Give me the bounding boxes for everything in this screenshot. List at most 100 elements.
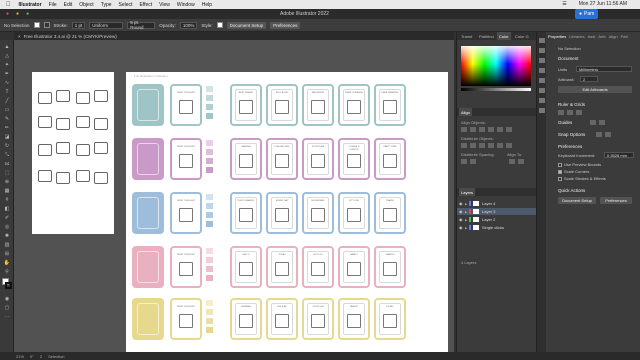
color-chip[interactable]	[206, 86, 213, 92]
rotate-view[interactable]: 0°	[30, 354, 34, 359]
horizontal-spacing-icon[interactable]	[470, 159, 476, 164]
cover-card[interactable]	[132, 84, 164, 126]
layer-row[interactable]: ◉ ▶ Layer 4	[457, 200, 537, 207]
cover-card[interactable]	[132, 246, 164, 288]
label-card[interactable]: FIRST THOUGHT	[170, 246, 202, 288]
color-chip[interactable]	[206, 158, 213, 164]
illustration-card[interactable]: STORYTIME	[302, 138, 334, 180]
symbols-panel-icon[interactable]	[539, 78, 545, 83]
illustration-card[interactable]: GARDEN	[230, 138, 262, 180]
menu-file[interactable]: File	[49, 2, 57, 8]
color-chip[interactable]	[206, 221, 213, 227]
distribute-bottom-icon[interactable]	[479, 143, 485, 148]
tab-layers[interactable]: Layers	[459, 188, 476, 196]
color-spectrum[interactable]	[461, 46, 531, 86]
brushes-panel-icon[interactable]	[539, 68, 545, 73]
graph-tool-icon[interactable]: ▥	[3, 242, 11, 248]
free-transform-tool-icon[interactable]: ⬚	[3, 170, 11, 176]
use-preview-bounds-checkbox[interactable]: Use Preview Bounds	[558, 162, 601, 167]
zoom-window-icon[interactable]: ●	[26, 11, 29, 17]
tab-align[interactable]: Align	[609, 34, 618, 39]
tab-artboards[interactable]: Artb	[598, 34, 605, 39]
label-card[interactable]: FIRST THOUGHT	[170, 138, 202, 180]
color-chip[interactable]	[206, 257, 213, 263]
stroke-panel-icon[interactable]	[539, 88, 545, 93]
menu-view[interactable]: View	[159, 2, 170, 8]
eraser-tool-icon[interactable]: ◪	[3, 134, 11, 140]
width-tool-icon[interactable]: ⟗	[3, 161, 11, 167]
mesh-tool-icon[interactable]: #	[3, 197, 11, 203]
menu-window[interactable]: Window	[177, 2, 195, 8]
draw-mode-icon[interactable]: ◉	[3, 296, 11, 302]
illustration-card[interactable]: SNACKS	[374, 246, 406, 288]
menu-type[interactable]: Type	[101, 2, 112, 8]
illustration-card[interactable]: FAVOURITE	[302, 84, 334, 126]
color-chip[interactable]	[206, 167, 213, 173]
illustration-card[interactable]: HOLIDAY	[266, 298, 298, 340]
type-tool-icon[interactable]: T	[3, 89, 11, 95]
blend-tool-icon[interactable]: ◎	[3, 224, 11, 230]
perspective-grid-tool-icon[interactable]: ▦	[3, 188, 11, 194]
artboard-select[interactable]: 2	[580, 76, 598, 82]
tab-libraries[interactable]: Libraries	[569, 34, 584, 39]
color-chip[interactable]	[206, 212, 213, 218]
transparency-panel-icon[interactable]	[539, 108, 545, 113]
align-right-icon[interactable]	[479, 127, 485, 132]
eyedropper-tool-icon[interactable]: ✐	[3, 215, 11, 221]
fill-stroke-widget[interactable]	[2, 278, 12, 290]
layer-row[interactable]: ◉ ▶ Layer 2	[457, 216, 537, 223]
distribute-right-icon[interactable]	[506, 143, 512, 148]
illustration-card[interactable]: BEACH	[338, 298, 370, 340]
illustration-card[interactable]: SWEET FRIENDS	[338, 84, 370, 126]
tab-asset-export[interactable]: Asst	[588, 34, 596, 39]
document-setup-button[interactable]: Document Setup	[226, 21, 267, 29]
cover-card[interactable]	[132, 138, 164, 180]
distribute-left-icon[interactable]	[488, 143, 494, 148]
layer-row[interactable]: ◉ ▶ Single clicks	[457, 224, 537, 231]
tab-color-guide[interactable]: Color G	[513, 32, 531, 40]
color-chip[interactable]	[206, 140, 213, 146]
label-card[interactable]: FIRST THOUGHT	[170, 192, 202, 234]
properties-panel-icon[interactable]	[539, 38, 545, 43]
menu-object[interactable]: Object	[79, 2, 93, 8]
selection-tool-icon[interactable]: ▲	[3, 44, 11, 50]
illustration-card[interactable]: BEST FRIEND	[230, 84, 262, 126]
tab-pattern[interactable]: Patt	[621, 34, 628, 39]
app-menu[interactable]: Illustrator	[19, 2, 42, 8]
illustration-card[interactable]: COFFEE & DONUTS	[338, 138, 370, 180]
edit-toolbar-icon[interactable]: ⋯	[3, 314, 11, 320]
pencil-tool-icon[interactable]: ✏	[3, 125, 11, 131]
color-chip[interactable]	[206, 113, 213, 119]
tab-color[interactable]: Color	[497, 32, 511, 40]
rectangle-tool-icon[interactable]: ▭	[3, 107, 11, 113]
tab-properties[interactable]: Properties	[548, 34, 566, 39]
align-hcenter-icon[interactable]	[470, 127, 476, 132]
align-left-icon[interactable]	[461, 127, 467, 132]
snap-to-pixel-icon[interactable]	[605, 132, 611, 137]
cover-card[interactable]	[132, 298, 164, 340]
scale-tool-icon[interactable]: ⤡	[3, 152, 11, 158]
color-chip[interactable]	[206, 318, 213, 324]
zoom-level[interactable]: 21%	[16, 354, 24, 359]
units-select[interactable]: Millimeters	[576, 66, 632, 72]
gradient-tool-icon[interactable]: ◧	[3, 206, 11, 212]
color-chip[interactable]	[206, 266, 213, 272]
pixel-grid-icon[interactable]	[576, 110, 582, 115]
symbol-sprayer-tool-icon[interactable]: ✺	[3, 233, 11, 239]
color-chip[interactable]	[206, 95, 213, 101]
opacity-field[interactable]: 100%	[179, 21, 198, 29]
illustration-card[interactable]: FREE DRAWING	[374, 84, 406, 126]
pen-tool-icon[interactable]: ✒	[3, 71, 11, 77]
illustration-card[interactable]: FAMILY	[338, 246, 370, 288]
illustration-card[interactable]: PLAYGROUND	[266, 138, 298, 180]
stroke-swatch[interactable]	[43, 22, 50, 28]
illustration-card[interactable]: SUNNY DAY	[266, 192, 298, 234]
cover-card[interactable]	[132, 192, 164, 234]
color-chip[interactable]	[206, 194, 213, 200]
apple-menu-icon[interactable]: 	[6, 2, 11, 8]
distribute-hcenter-icon[interactable]	[497, 143, 503, 148]
artboard-tool-icon[interactable]: ⊞	[3, 251, 11, 257]
tab-pathfinder[interactable]: Pathfind	[477, 32, 496, 40]
screen-mode-icon[interactable]: ▢	[3, 305, 11, 311]
style-swatch[interactable]	[216, 22, 223, 28]
